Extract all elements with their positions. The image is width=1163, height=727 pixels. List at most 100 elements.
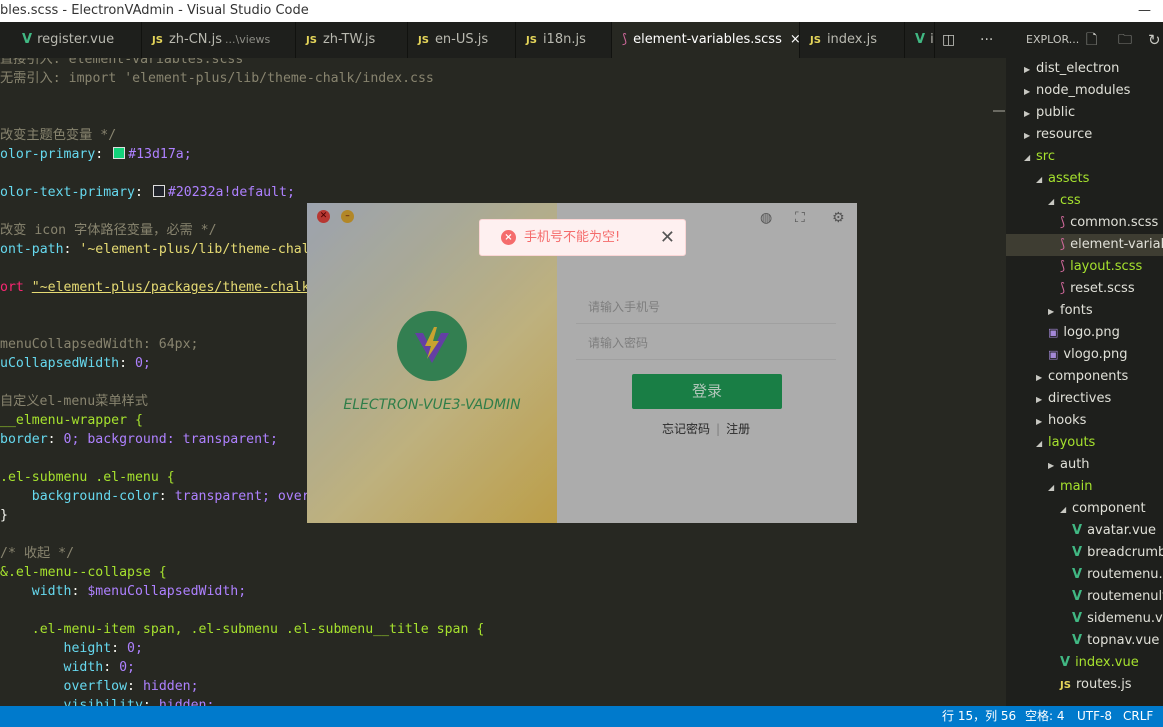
code-line: width: $menuCollapsedWidth; (0, 582, 246, 601)
tree-file[interactable]: Vroutemenulte (1006, 586, 1163, 608)
code-string: '~element-plus/lib/theme-chalk (79, 242, 318, 257)
encoding[interactable]: UTF-8 (1077, 706, 1112, 727)
code-property: ont-path (0, 242, 64, 257)
collapsed-arrow-icon: ▶ (1036, 395, 1043, 404)
code-line: 无需引入: import 'element-plus/lib/theme-cha… (0, 69, 434, 88)
tab-8[interactable]: Vi (905, 22, 935, 58)
code-property: visibility (0, 698, 143, 706)
error-icon: × (501, 230, 516, 245)
new-folder-icon[interactable]: 🗀 (1118, 22, 1132, 58)
tree-file[interactable]: Vroutemenu.vu (1006, 564, 1163, 586)
vue-file-icon: V (1060, 655, 1071, 670)
code-selector: .el-menu-item span, .el-submenu .el-subm… (0, 622, 485, 637)
code-line: 改变 icon 字体路径变量，必需 */ (0, 221, 217, 240)
indentation[interactable]: 空格: 4 (1025, 706, 1065, 727)
vue-file-icon: V (915, 32, 926, 47)
expanded-arrow-icon: ◢ (1036, 175, 1043, 184)
tree-folder[interactable]: ▶ node_modules (1006, 80, 1163, 102)
code-value: #13d17a; (128, 147, 192, 162)
new-file-icon[interactable]: 🗋 (1086, 22, 1097, 58)
code-line: olor-text-primary: #20232a!default; (0, 183, 295, 202)
tree-folder[interactable]: ▶ dist_electron (1006, 58, 1163, 80)
tree-folder[interactable]: ▶ auth (1006, 454, 1163, 476)
tree-item-label: auth (1060, 457, 1090, 472)
tree-folder[interactable]: ◢ assets (1006, 168, 1163, 190)
code-property: uCollapsedWidth (0, 356, 120, 371)
code-property: border (0, 432, 48, 447)
status-bar: 行 15，列 56 空格: 4 UTF-8 CRLF (0, 706, 1163, 727)
image-file-icon: ▣ (1048, 348, 1059, 361)
tree-file[interactable]: Vindex.vue (1006, 652, 1163, 674)
tab-2[interactable]: JS zh-CN.js ...\views (142, 22, 296, 58)
tree-file[interactable]: ⟆ reset.scss (1006, 278, 1163, 300)
tab-4[interactable]: JS en-US.js (408, 22, 516, 58)
error-toast: × 手机号不能为空! ✕ (479, 219, 686, 256)
tab-6[interactable]: ⟆ element-variables.scss × (612, 22, 800, 58)
expanded-arrow-icon: ◢ (1036, 439, 1043, 448)
tree-item-label: index.vue (1075, 655, 1139, 670)
code-line: 自定义el-menu菜单样式 (0, 392, 148, 411)
tree-file[interactable]: Vavatar.vue (1006, 520, 1163, 542)
tree-item-label: component (1072, 501, 1146, 516)
tree-folder[interactable]: ▶ components (1006, 366, 1163, 388)
code-property: background-color (0, 489, 159, 504)
tree-file[interactable]: ⟆ common.scss (1006, 212, 1163, 234)
collapsed-arrow-icon: ▶ (1036, 373, 1043, 382)
more-actions-icon[interactable]: ··· (980, 22, 993, 58)
code-string: "~element-plus/packages/theme-chalk/ (31, 280, 318, 295)
color-swatch (113, 147, 126, 159)
tree-folder[interactable]: ◢ component (1006, 498, 1163, 520)
tree-folder[interactable]: ▶ hooks (1006, 410, 1163, 432)
code-line: olor-primary: #13d17a; (0, 145, 192, 164)
line-ending[interactable]: CRLF (1123, 706, 1153, 727)
tree-file[interactable]: ⟆ element-variab (1006, 234, 1163, 256)
split-editor-icon[interactable]: ◫ (942, 22, 955, 58)
tree-folder[interactable]: ◢ layouts (1006, 432, 1163, 454)
explorer-panel: EXPLOR... 🗋 🗀 ↻ ▶ dist_electron ▶ node_modu… (1006, 22, 1163, 706)
cursor-position[interactable]: 行 15，列 56 (942, 706, 1016, 727)
tree-file[interactable]: ▣ logo.png (1006, 322, 1163, 344)
code-text: } (0, 508, 8, 523)
tree-item-label: hooks (1048, 413, 1087, 428)
tree-file[interactable]: Vbreadcrumb.v (1006, 542, 1163, 564)
code-property: width (0, 584, 72, 599)
code-line: menuCollapsedWidth: 64px; (0, 335, 199, 354)
tree-folder[interactable]: ▶ fonts (1006, 300, 1163, 322)
minimize-icon[interactable]: — (1138, 0, 1151, 22)
code-line: border: 0; background: transparent; (0, 430, 278, 449)
tree-file[interactable]: ⟆ layout.scss (1006, 256, 1163, 278)
tab-close-icon[interactable]: × (790, 32, 799, 47)
tab-label: register.vue (37, 32, 115, 47)
tree-file[interactable]: ▣ vlogo.png (1006, 344, 1163, 366)
code-line: width: 0; (0, 658, 135, 677)
scroll-indicator[interactable] (993, 110, 1005, 112)
tree-item-label: routemenu.vu (1087, 567, 1163, 582)
tree-file[interactable]: Vtopnav.vue (1006, 630, 1163, 652)
toast-close-icon[interactable]: ✕ (660, 220, 675, 256)
tree-folder[interactable]: ▶ directives (1006, 388, 1163, 410)
collapsed-arrow-icon: ▶ (1024, 131, 1031, 140)
code-property: width (0, 660, 104, 675)
tab-7[interactable]: JS index.js (800, 22, 905, 58)
code-colon: : (63, 242, 80, 257)
tab-5[interactable]: JS i18n.js (516, 22, 612, 58)
tree-folder[interactable]: ◢ main (1006, 476, 1163, 498)
expanded-arrow-icon: ◢ (1048, 483, 1055, 492)
tab-1[interactable]: Vregister.vue (12, 22, 142, 58)
tab-label: i18n.js (542, 32, 586, 47)
tab-3[interactable]: JS zh-TW.js (296, 22, 408, 58)
tree-folder[interactable]: ▶ public (1006, 102, 1163, 124)
tree-folder[interactable]: ▶ resource (1006, 124, 1163, 146)
code-colon: : (142, 698, 159, 706)
tree-folder[interactable]: ◢ src (1006, 146, 1163, 168)
scss-file-icon: ⟆ (1060, 259, 1066, 274)
tree-file[interactable]: JS routes.js (1006, 674, 1163, 696)
refresh-icon[interactable]: ↻ (1148, 22, 1161, 58)
collapsed-arrow-icon: ▶ (1024, 65, 1031, 74)
code-line: 直接引入: element-variables.scss (0, 58, 243, 69)
tree-folder[interactable]: ◢ css (1006, 190, 1163, 212)
tab-label: index.js (826, 32, 878, 47)
tree-item-label: src (1036, 149, 1055, 164)
tree-file[interactable]: Vsidemenu.vue (1006, 608, 1163, 630)
code-colon: : (127, 679, 143, 694)
